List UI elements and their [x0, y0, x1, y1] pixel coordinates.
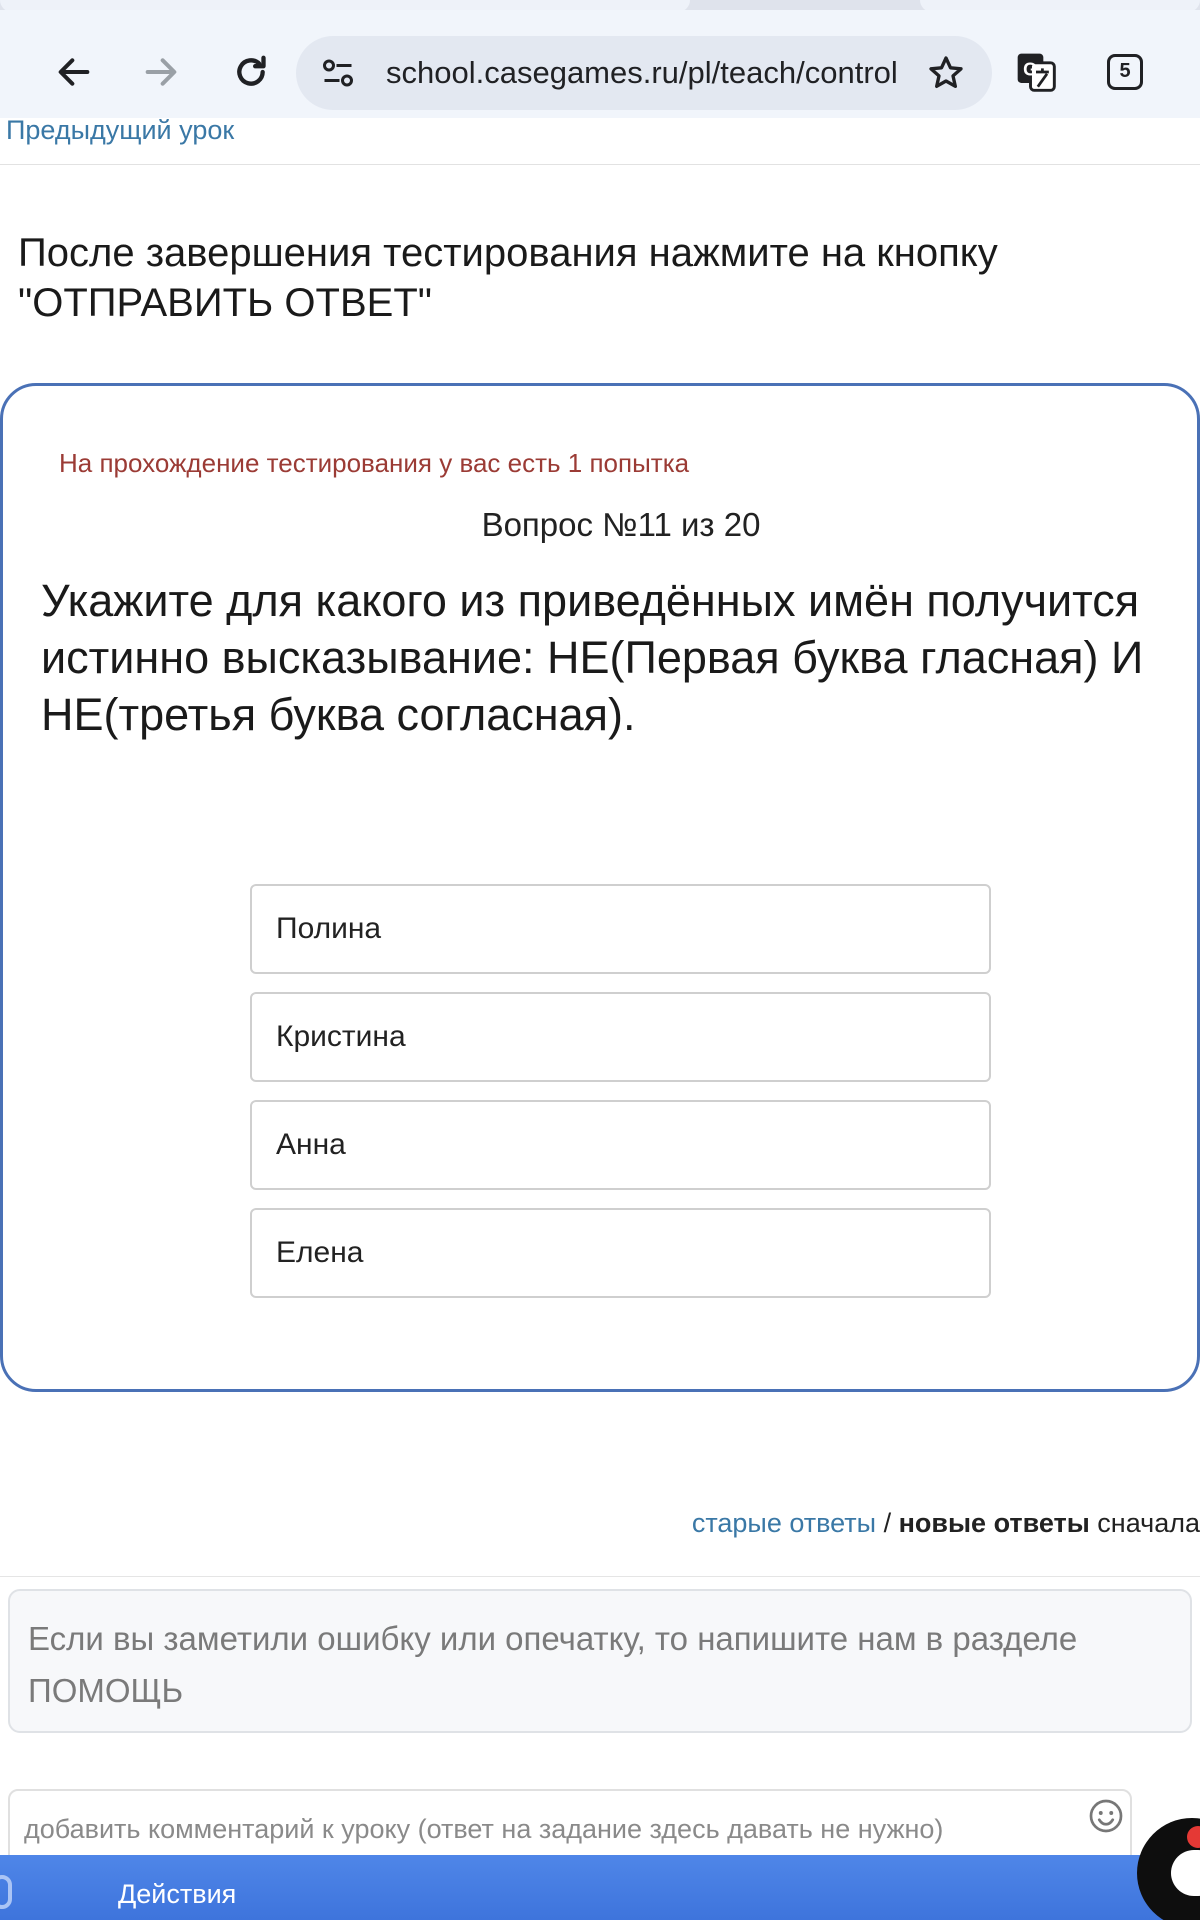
- url-text[interactable]: school.casegames.ru/pl/teach/control: [386, 36, 906, 110]
- tune-icon[interactable]: [320, 55, 356, 91]
- answer-option[interactable]: Елена: [250, 1208, 991, 1298]
- sort-suffix: сначала: [1089, 1508, 1200, 1538]
- question-text: Укажите для какого из приведённых имён п…: [41, 575, 1144, 740]
- smiley-icon[interactable]: [1088, 1798, 1124, 1834]
- tab-counter-icon[interactable]: 5: [1107, 54, 1143, 90]
- old-answers-link[interactable]: старые ответы: [692, 1508, 876, 1538]
- divider: [0, 1576, 1200, 1577]
- answer-option[interactable]: Полина: [250, 884, 991, 974]
- forward-button[interactable]: [129, 40, 193, 104]
- instruction-text: После завершения тестирования нажмите на…: [18, 231, 998, 325]
- reload-icon: [237, 55, 266, 86]
- comment-sort: старые ответы / новые ответы сначала: [692, 1508, 1200, 1539]
- answer-options: Полина Кристина Анна Елена: [250, 884, 991, 1316]
- arrow-left-icon: [58, 58, 90, 86]
- star-icon[interactable]: [926, 53, 966, 93]
- help-notice: Если вы заметили ошибку или опечатку, то…: [8, 1589, 1192, 1733]
- prev-lesson-link[interactable]: Предыдущий урок: [6, 117, 234, 144]
- test-card: На прохождение тестирования у вас есть 1…: [0, 383, 1200, 1392]
- address-bar[interactable]: school.casegames.ru/pl/teach/control: [296, 36, 992, 110]
- browser-toolbar: school.casegames.ru/pl/teach/control G 5: [0, 10, 1200, 118]
- notification-dot: [1187, 1826, 1200, 1848]
- question-number: Вопрос №11 из 20: [481, 506, 761, 543]
- new-answers-label[interactable]: новые ответы: [899, 1508, 1090, 1538]
- actions-bar: Действия: [0, 1855, 1200, 1920]
- search-icon[interactable]: [0, 1875, 12, 1909]
- back-button[interactable]: [42, 40, 106, 104]
- comment-input[interactable]: добавить комментарий к уроку (ответ на з…: [8, 1789, 1132, 1865]
- sort-separator: /: [876, 1508, 899, 1538]
- reload-button[interactable]: [219, 40, 283, 104]
- answer-option[interactable]: Кристина: [250, 992, 991, 1082]
- translate-icon[interactable]: G: [1014, 50, 1058, 94]
- attempts-notice: На прохождение тестирования у вас есть 1…: [59, 448, 690, 478]
- prev-lesson-bar: Предыдущий урок: [0, 117, 1200, 165]
- chat-bubble-inner: [1171, 1850, 1200, 1896]
- actions-button[interactable]: Действия: [118, 1855, 236, 1920]
- arrow-right-icon: [145, 58, 177, 86]
- answer-option[interactable]: Анна: [250, 1100, 991, 1190]
- chat-bubble-icon[interactable]: [1137, 1818, 1200, 1920]
- svg-text:G: G: [1023, 59, 1037, 80]
